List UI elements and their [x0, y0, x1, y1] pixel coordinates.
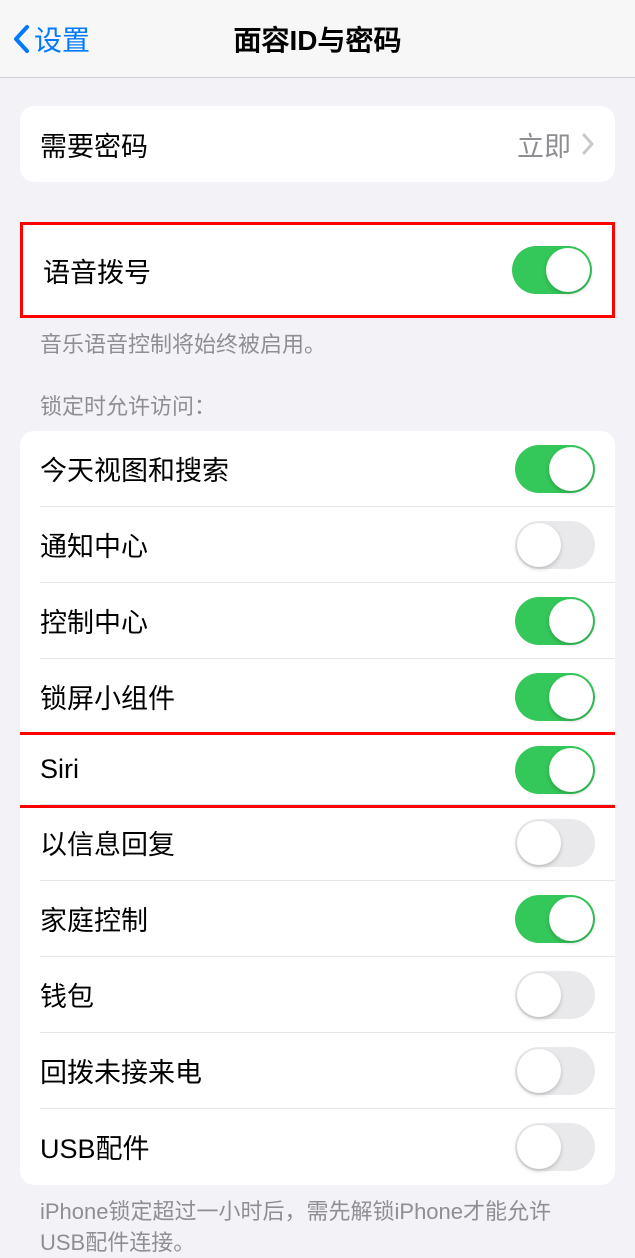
voice-dial-toggle[interactable]	[512, 246, 592, 294]
require-passcode-cell[interactable]: 需要密码 立即	[20, 106, 615, 182]
chevron-right-icon	[581, 132, 595, 156]
lock-access-toggle[interactable]	[515, 1123, 595, 1171]
toggle-knob	[517, 973, 561, 1017]
lock-access-cell: Siri	[20, 732, 615, 808]
require-passcode-group: 需要密码 立即	[20, 106, 615, 182]
back-label: 设置	[34, 19, 90, 59]
toggle-knob	[517, 821, 561, 865]
chevron-left-icon	[12, 24, 30, 54]
lock-access-cell: 锁屏小组件	[20, 659, 615, 735]
toggle-knob	[549, 675, 593, 719]
lock-access-item-label: 锁屏小组件	[40, 677, 175, 716]
lock-access-cell: USB配件	[20, 1109, 615, 1185]
toggle-knob	[549, 897, 593, 941]
toggle-knob	[517, 1125, 561, 1169]
lock-access-toggle[interactable]	[515, 895, 595, 943]
toggle-knob	[517, 1049, 561, 1093]
lock-access-toggle[interactable]	[515, 819, 595, 867]
lock-access-item-label: USB配件	[40, 1127, 150, 1166]
toggle-knob	[549, 748, 593, 792]
voice-dial-label: 语音拨号	[43, 251, 151, 290]
lock-access-toggle[interactable]	[515, 445, 595, 493]
lock-access-item-label: 通知中心	[40, 525, 148, 564]
voice-dial-footer: 音乐语音控制将始终被启用。	[20, 318, 615, 361]
lock-access-toggle[interactable]	[515, 1047, 595, 1095]
lock-access-item-label: Siri	[40, 754, 79, 785]
lock-access-toggle[interactable]	[515, 673, 595, 721]
lock-access-cell: 以信息回复	[20, 805, 615, 881]
lock-access-header: 锁定时允许访问：	[20, 361, 615, 431]
lock-access-cell: 钱包	[20, 957, 615, 1033]
lock-access-toggle[interactable]	[515, 521, 595, 569]
toggle-knob	[517, 523, 561, 567]
lock-access-item-label: 控制中心	[40, 601, 148, 640]
lock-access-item-label: 家庭控制	[40, 899, 148, 938]
lock-access-cell: 控制中心	[20, 583, 615, 659]
toggle-knob	[546, 248, 590, 292]
lock-access-item-label: 回拨未接来电	[40, 1051, 202, 1090]
navigation-bar: 设置 面容ID与密码	[0, 0, 635, 78]
lock-access-item-label: 今天视图和搜索	[40, 449, 229, 488]
toggle-knob	[549, 599, 593, 643]
require-passcode-label: 需要密码	[40, 125, 148, 164]
lock-access-toggle[interactable]	[515, 597, 595, 645]
lock-access-toggle[interactable]	[515, 971, 595, 1019]
lock-access-footer: iPhone锁定超过一小时后，需先解锁iPhone才能允许USB配件连接。	[20, 1185, 615, 1258]
toggle-knob	[549, 447, 593, 491]
lock-access-cell: 回拨未接来电	[20, 1033, 615, 1109]
back-button[interactable]: 设置	[12, 19, 90, 59]
page-title: 面容ID与密码	[233, 19, 401, 59]
lock-access-item-label: 钱包	[40, 975, 94, 1014]
lock-access-cell: 家庭控制	[20, 881, 615, 957]
require-passcode-value: 立即	[517, 125, 571, 164]
lock-access-toggle[interactable]	[515, 746, 595, 794]
voice-dial-group: 语音拨号	[20, 222, 615, 318]
lock-access-cell: 今天视图和搜索	[20, 431, 615, 507]
voice-dial-cell: 语音拨号	[23, 225, 612, 315]
lock-access-item-label: 以信息回复	[40, 823, 175, 862]
lock-access-cell: 通知中心	[20, 507, 615, 583]
lock-access-group: 今天视图和搜索通知中心控制中心锁屏小组件 Siri 以信息回复家庭控制钱包回拨未接来…	[20, 431, 615, 1185]
cell-value-group: 立即	[517, 125, 595, 164]
